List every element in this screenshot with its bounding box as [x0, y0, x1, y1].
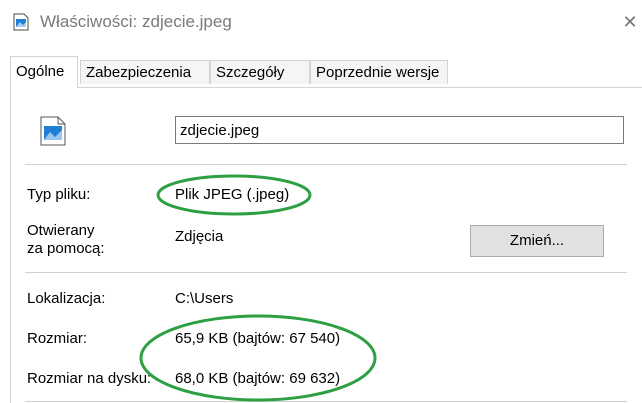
location-label: Lokalizacja: [27, 290, 106, 307]
tab-strip: Ogólne Zabezpieczenia Szczegóły Poprzedn… [10, 56, 642, 88]
title-bar: Właściwości: zdjecie.jpeg ✕ [0, 0, 642, 44]
close-icon[interactable]: ✕ [618, 10, 642, 34]
image-file-icon [40, 116, 66, 146]
size-on-disk-label: Rozmiar na dysku: [27, 370, 152, 387]
opens-with-label-line2: za pomocą: [27, 240, 105, 257]
file-name-field[interactable] [175, 116, 624, 144]
file-type-label: Typ pliku: [27, 186, 91, 203]
divider [25, 272, 627, 273]
image-file-icon [13, 13, 29, 31]
location-value: C:\Users [175, 290, 234, 307]
divider [25, 401, 627, 402]
opens-with-value: Zdjęcia [175, 228, 224, 245]
opens-with-label-line1: Otwierany [27, 222, 95, 239]
tab-general[interactable]: Ogólne [10, 56, 78, 88]
tab-security[interactable]: Zabezpieczenia [80, 60, 210, 84]
size-on-disk-value: 68,0 KB (bajtów: 69 632) [175, 370, 341, 387]
properties-window: Właściwości: zdjecie.jpeg ✕ Ogólne Zabez… [0, 0, 642, 403]
divider [25, 164, 627, 165]
file-type-value: Plik JPEG (.jpeg) [175, 186, 290, 203]
change-button[interactable]: Zmień... [470, 225, 604, 257]
tab-previous-versions[interactable]: Poprzednie wersje [310, 60, 448, 84]
size-value: 65,9 KB (bajtów: 67 540) [175, 330, 341, 347]
size-label: Rozmiar: [27, 330, 88, 347]
window-title: Właściwości: zdjecie.jpeg [40, 12, 232, 31]
tab-details[interactable]: Szczegóły [210, 60, 310, 84]
